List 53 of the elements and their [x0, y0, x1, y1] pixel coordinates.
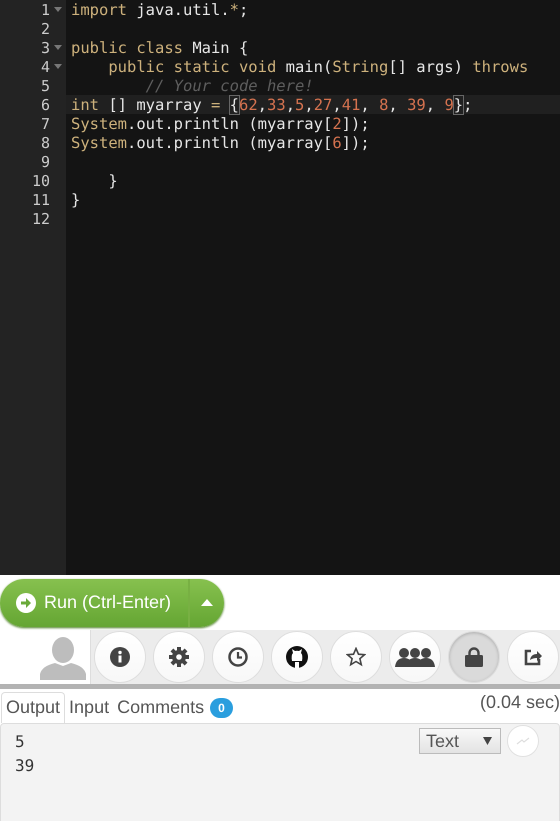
toolbar-button[interactable] [94, 631, 146, 683]
code-line: int [] myarray = {62,33,5,27,41, 8, 39, 9}; [71, 96, 472, 114]
line-number: 7 [40, 114, 50, 132]
code-line: public class Main { [71, 38, 248, 56]
line-number: 6 [40, 96, 50, 114]
code-line: } [71, 190, 80, 208]
line-number: 1 [40, 0, 50, 18]
toolbar-button[interactable] [330, 631, 382, 683]
info-icon [110, 647, 130, 667]
line-number: 5 [40, 76, 50, 94]
toolbar-button[interactable] [448, 631, 500, 683]
people-icon [395, 647, 435, 667]
code-line: } [107, 172, 118, 190]
toolbar-button[interactable] [153, 631, 205, 683]
tab[interactable]: Output [1, 692, 66, 723]
caret-icon [483, 737, 492, 745]
count-badge: 0 [210, 698, 233, 718]
tab[interactable]: Comments 0 [113, 693, 237, 723]
clock-icon [228, 647, 248, 667]
share-icon [523, 647, 543, 667]
fold-arrow-icon[interactable] [54, 44, 62, 50]
line-number: 8 [40, 134, 50, 152]
fold-arrow-icon[interactable] [54, 64, 62, 70]
code-line: import java.util.*; [71, 0, 248, 18]
format-select[interactable]: Text [419, 728, 501, 754]
squiggle-icon [516, 737, 530, 745]
line-number: 11 [32, 190, 50, 208]
code-line: System.out.println (myarray[6]); [71, 134, 370, 152]
arrow-circle-icon [16, 592, 36, 612]
code-line: System.out.println (myarray[2]); [71, 114, 370, 132]
toolbar-button[interactable] [507, 631, 559, 683]
cat-icon [286, 646, 308, 668]
line-number: 3 [40, 38, 50, 56]
line-number: 9 [40, 152, 50, 170]
tab[interactable]: Input [65, 693, 114, 723]
line-number: 4 [40, 58, 50, 76]
code-line: // Your code here! [144, 76, 314, 94]
settings-icon [169, 647, 189, 667]
output-line: 39 [15, 755, 34, 777]
caret-icon [201, 599, 214, 606]
output-line: 5 [15, 731, 25, 753]
lock-icon [465, 647, 483, 667]
line-number: 12 [32, 210, 50, 228]
line-number: 2 [40, 20, 50, 38]
dropdown-button[interactable] [190, 578, 224, 626]
toolbar-button[interactable] [389, 631, 441, 683]
toolbar-button[interactable] [271, 631, 323, 683]
fold-arrow-icon[interactable] [54, 6, 62, 12]
code-line: public static void main(String[] args) throws [107, 58, 528, 76]
line-number: 10 [32, 172, 50, 190]
star-icon [346, 647, 366, 667]
run-time: (0.04 sec) [480, 692, 560, 713]
toolbar-button[interactable] [212, 631, 264, 683]
